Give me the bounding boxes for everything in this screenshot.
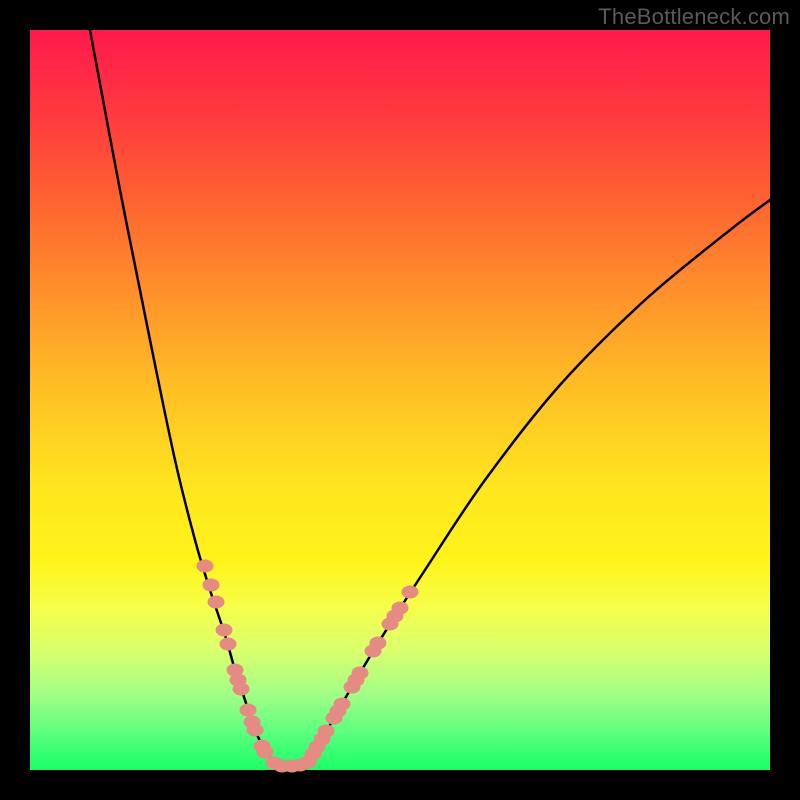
marker-dot [257,746,274,759]
marker-dot [370,637,387,650]
marker-dot [208,596,225,609]
marker-dot [247,724,264,737]
marker-dot [197,560,214,573]
marker-dot [334,698,351,711]
marker-dot [392,602,409,615]
marker-dot [240,704,257,717]
marker-dot [233,683,250,696]
marker-dot [318,725,335,738]
marker-dot [352,667,369,680]
curve-left-curve [90,30,275,764]
curve-overlay [0,0,800,800]
marker-dot [203,579,220,592]
marker-dot [402,586,419,599]
curve-right-curve [305,200,770,764]
marker-dot [220,638,237,651]
marker-dot [216,624,233,637]
